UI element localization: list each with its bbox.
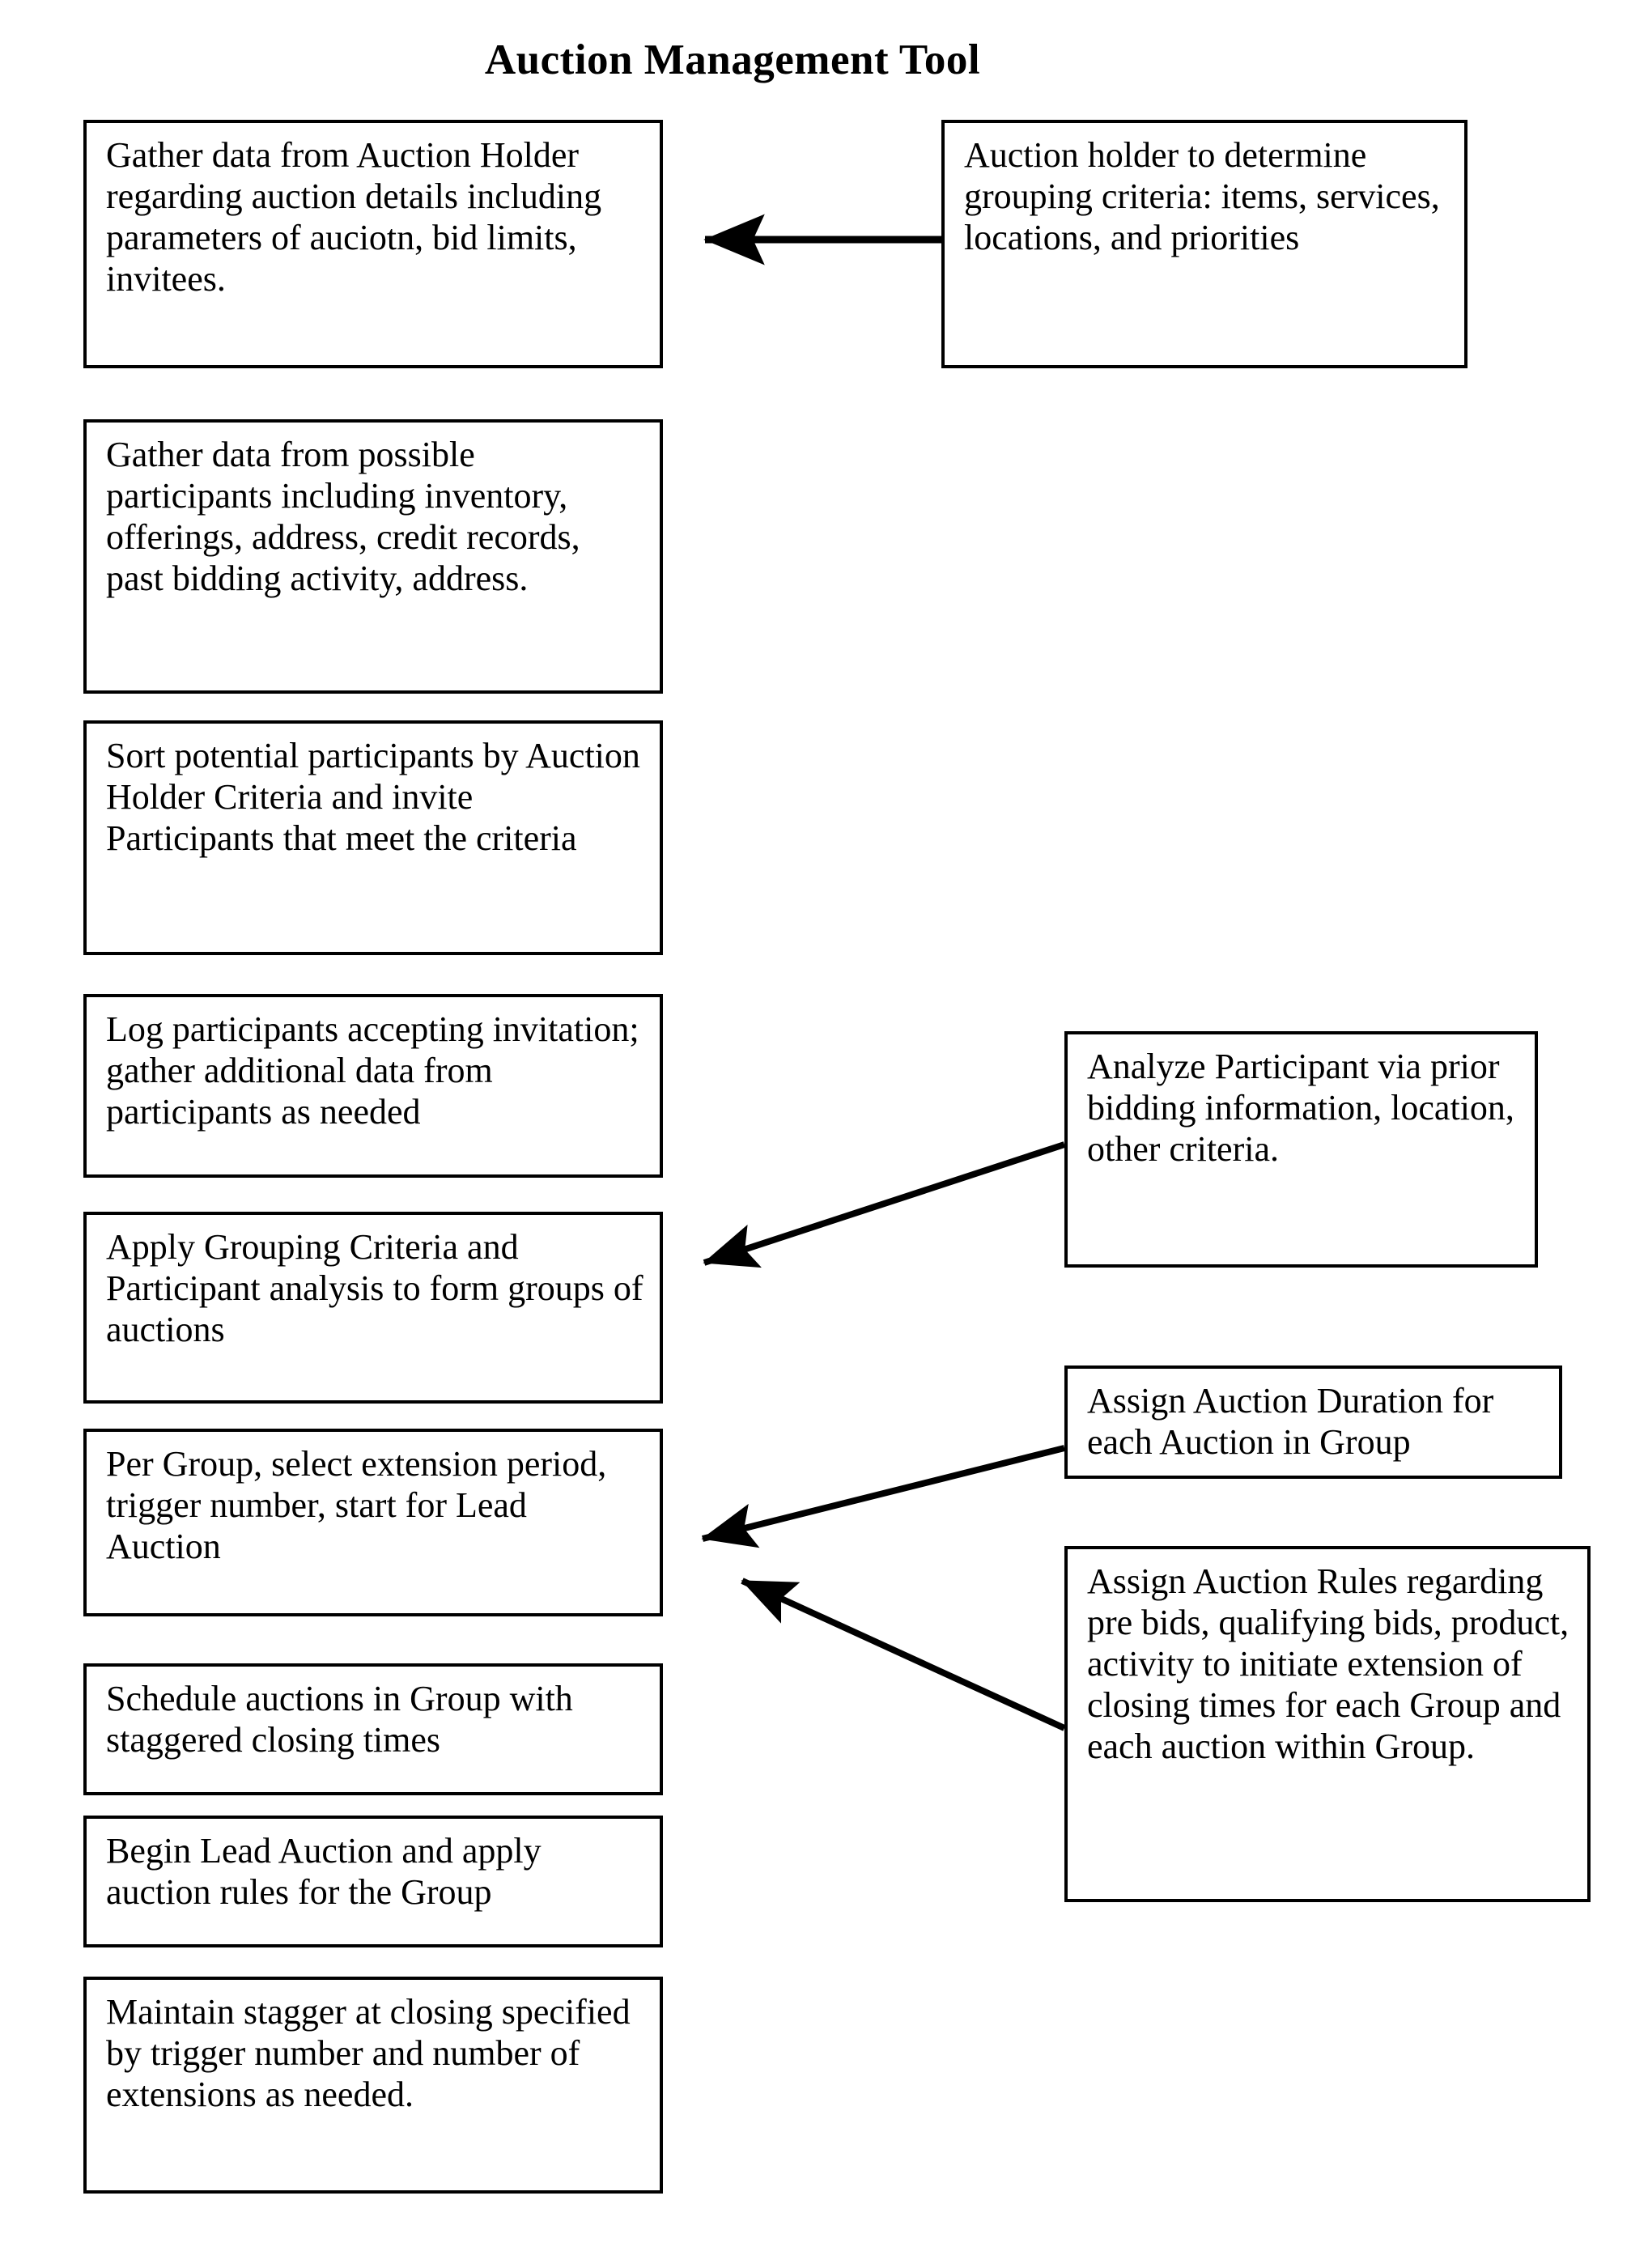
flow-node-per-group: Per Group, select extension period, trig… [83,1429,663,1616]
flow-node-assign-duration: Assign Auction Duration for each Auction… [1064,1365,1562,1479]
flow-node-label: Assign Auction Duration for each Auction… [1087,1381,1494,1463]
flow-node-label: Gather data from Auction Holder regardin… [106,135,602,299]
flow-node-schedule-auctions: Schedule auctions in Group with staggere… [83,1663,663,1795]
flow-node-grouping-criteria: Auction holder to determine grouping cri… [941,120,1467,368]
flow-node-label: Apply Grouping Criteria and Participant … [106,1227,643,1350]
flow-node-begin-lead-auction: Begin Lead Auction and apply auction rul… [83,1816,663,1947]
flow-node-apply-grouping: Apply Grouping Criteria and Participant … [83,1212,663,1404]
flow-node-label: Assign Auction Rules regarding pre bids,… [1087,1561,1569,1767]
page-title: Auction Management Tool [484,36,981,83]
diagram-page: Auction Management Tool Gather data from… [0,0,1648,2268]
connector-assign-rules-to-per-group [741,1578,1066,1731]
flow-node-assign-rules: Assign Auction Rules regarding pre bids,… [1064,1546,1591,1902]
flow-node-maintain-stagger: Maintain stagger at closing specified by… [83,1977,663,2194]
connector-assign-duration-to-per-group [701,1445,1065,1548]
flow-node-label: Auction holder to determine grouping cri… [964,135,1440,258]
flow-node-sort-participants: Sort potential participants by Auction H… [83,720,663,955]
flow-node-label: Per Group, select extension period, trig… [106,1444,607,1567]
flow-node-label: Begin Lead Auction and apply auction rul… [106,1831,542,1913]
flow-node-label: Maintain stagger at closing specified by… [106,1992,631,2115]
flow-node-label: Sort potential participants by Auction H… [106,736,640,859]
flow-node-gather-participants: Gather data from possible participants i… [83,419,663,694]
flow-node-label: Gather data from possible participants i… [106,435,580,599]
connector-analyze-participant-to-apply-grouping [703,1141,1066,1268]
flow-node-log-participants: Log participants accepting invitation; g… [83,994,663,1178]
flow-node-gather-auction-holder: Gather data from Auction Holder regardin… [83,120,663,368]
flow-node-label: Analyze Participant via prior bidding in… [1087,1047,1514,1170]
flow-node-analyze-participant: Analyze Participant via prior bidding in… [1064,1031,1538,1268]
flow-node-label: Schedule auctions in Group with staggere… [106,1679,573,1760]
flow-node-label: Log participants accepting invitation; g… [106,1009,639,1132]
